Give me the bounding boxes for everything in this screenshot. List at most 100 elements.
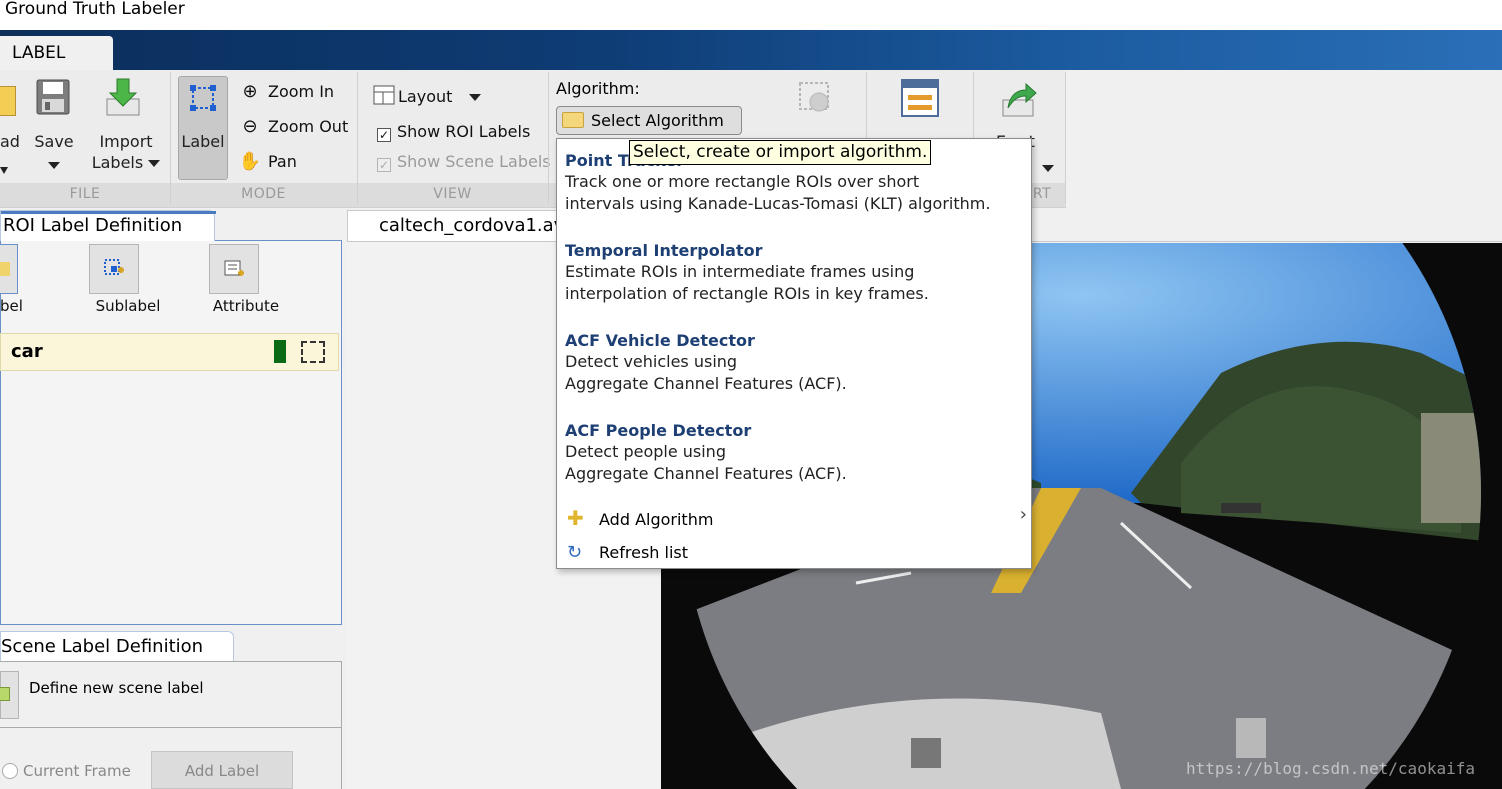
layout-label: Layout <box>398 87 453 106</box>
window-title: Ground Truth Labeler <box>5 0 185 19</box>
menu-item-desc: Estimate ROIs in intermediate frames usi… <box>565 262 915 281</box>
current-frame-radio[interactable] <box>2 763 18 779</box>
chevron-right-icon: › <box>1019 504 1027 525</box>
define-new-scene-label-text: Define new scene label <box>29 679 204 697</box>
label-mode-label: Label <box>181 132 225 151</box>
add-label-caption: bel <box>0 297 23 315</box>
current-frame-label: Current Frame <box>23 762 131 780</box>
algorithm-dropdown-menu: Point Tracker Track one or more rectangl… <box>556 138 1032 569</box>
refresh-list-label: Refresh list <box>599 543 689 562</box>
zoom-out-button[interactable]: ⊖ Zoom Out <box>238 112 348 142</box>
section-title-file: FILE <box>69 186 101 202</box>
save-button[interactable]: Save <box>26 131 82 175</box>
add-algorithm-label: Add Algorithm <box>599 510 714 529</box>
ribbon-empty-area <box>1066 70 1502 208</box>
ribbon-separator <box>357 72 358 204</box>
select-algorithm-label: Select Algorithm <box>591 111 724 130</box>
algorithm-tooltip: Select, create or import algorithm. <box>629 140 932 165</box>
zoom-in-icon: ⊕ <box>242 81 258 102</box>
pan-hand-icon: ✋ <box>238 151 262 172</box>
checkbox-checked-icon: ✓ <box>377 128 391 142</box>
view-label-summary-icon <box>901 79 939 117</box>
zoom-out-icon: ⊖ <box>242 116 258 137</box>
save-caret-icon <box>48 162 60 169</box>
refresh-icon: ↻ <box>567 542 583 563</box>
roi-tab-label: ROI Label Definition <box>3 215 183 236</box>
label-roi-icon <box>189 84 217 112</box>
sublabel-icon <box>103 258 125 280</box>
attribute-caption: Attribute <box>212 297 280 315</box>
show-roi-labels-checkbox[interactable]: ✓ Show ROI Labels <box>377 117 530 147</box>
menu-item-desc: interpolation of rectangle ROIs in key f… <box>565 284 929 303</box>
menu-item-desc: Detect vehicles using <box>565 352 738 371</box>
load-label: ad <box>0 132 20 151</box>
title-bar: Ground Truth Labeler <box>0 0 1502 30</box>
show-scene-labels-label: Show Scene Labels <box>397 152 551 171</box>
section-title-export: RT <box>1032 186 1052 202</box>
algorithm-label: Algorithm: <box>556 79 640 98</box>
ribbon-separator <box>170 72 171 204</box>
tab-label[interactable]: LABEL <box>0 36 113 72</box>
roi-label-name: car <box>11 341 43 362</box>
menu-item-desc: Track one or more rectangle ROIs over sh… <box>565 172 920 191</box>
add-scene-label-icon <box>0 687 10 701</box>
section-title-view: VIEW <box>433 186 472 202</box>
label-color-swatch <box>274 340 286 363</box>
watermark-text: https://blog.csdn.net/caokaifa <box>1186 759 1475 778</box>
menu-item-acf-people-detector[interactable]: ACF People Detector Detect people using … <box>565 421 1025 485</box>
roi-label-row[interactable] <box>0 333 339 371</box>
folder-icon <box>562 112 584 128</box>
ribbon-separator <box>548 72 549 204</box>
zoom-out-label: Zoom Out <box>268 117 349 136</box>
menu-item-acf-vehicle-detector[interactable]: ACF Vehicle Detector Detect vehicles usi… <box>565 331 1025 395</box>
load-button[interactable]: ad <box>0 131 20 152</box>
load-caret-icon <box>0 160 8 179</box>
import-label-line2: Labels <box>91 153 144 172</box>
section-title-mode: MODE <box>241 186 286 202</box>
menu-item-desc: Aggregate Channel Features (ACF). <box>565 464 847 483</box>
attribute-icon <box>223 258 245 280</box>
roi-label-definition-tab[interactable]: ROI Label Definition <box>0 210 216 241</box>
ribbon-separator <box>1065 72 1066 204</box>
zoom-in-label: Zoom In <box>268 82 335 101</box>
rectangle-roi-icon <box>301 341 325 363</box>
sublabel-caption: Sublabel <box>95 297 161 315</box>
layout-button[interactable]: Layout <box>372 82 482 112</box>
pan-button[interactable]: ✋ Pan <box>238 147 297 177</box>
add-label-scene-button[interactable]: Add Label <box>151 751 293 789</box>
export-caret-icon <box>1042 158 1054 177</box>
export-labels-icon <box>1000 80 1038 118</box>
add-label-icon <box>0 262 10 276</box>
scene-label-definition-tab[interactable]: Scene Label Definition <box>0 631 234 662</box>
divider <box>0 727 342 728</box>
video-document-tab[interactable]: caltech_cordova1.avi <box>347 210 587 241</box>
show-scene-labels-checkbox[interactable]: ✓ Show Scene Labels <box>377 147 551 177</box>
show-roi-labels-label: Show ROI Labels <box>397 122 531 141</box>
pan-label: Pan <box>268 152 297 171</box>
scene-tab-label: Scene Label Definition <box>1 636 204 657</box>
zoom-in-button[interactable]: ⊕ Zoom In <box>238 77 334 107</box>
plus-icon: ✚ <box>567 506 584 530</box>
automate-icon <box>797 80 835 116</box>
checkbox-disabled-icon: ✓ <box>377 158 391 172</box>
layout-caret-icon <box>469 94 482 101</box>
menu-item-title: ACF Vehicle Detector <box>565 331 755 350</box>
menu-item-desc: Detect people using <box>565 442 726 461</box>
load-icon <box>0 86 16 116</box>
menu-item-add-algorithm[interactable]: ✚ Add Algorithm › <box>567 504 1029 530</box>
menu-item-desc: intervals using Kanade-Lucas-Tomasi (KLT… <box>565 194 991 213</box>
import-labels-icon <box>104 77 142 117</box>
menu-item-title: Temporal Interpolator <box>565 241 763 260</box>
import-labels-button[interactable]: Import Labels <box>86 131 166 173</box>
menu-item-desc: Aggregate Channel Features (ACF). <box>565 374 847 393</box>
video-document-tab-label: caltech_cordova1.avi <box>379 215 570 236</box>
menu-item-refresh-list[interactable]: ↻ Refresh list <box>567 542 688 563</box>
menu-item-title: ACF People Detector <box>565 421 752 440</box>
layout-grid-icon <box>372 82 396 112</box>
import-label-line1: Import <box>99 132 153 151</box>
import-caret-icon <box>148 160 161 167</box>
menu-item-temporal-interpolator[interactable]: Temporal Interpolator Estimate ROIs in i… <box>565 241 1025 305</box>
tab-active-bar <box>1 211 216 214</box>
save-icon <box>36 79 70 115</box>
ribbon-tab-strip <box>0 30 1502 70</box>
